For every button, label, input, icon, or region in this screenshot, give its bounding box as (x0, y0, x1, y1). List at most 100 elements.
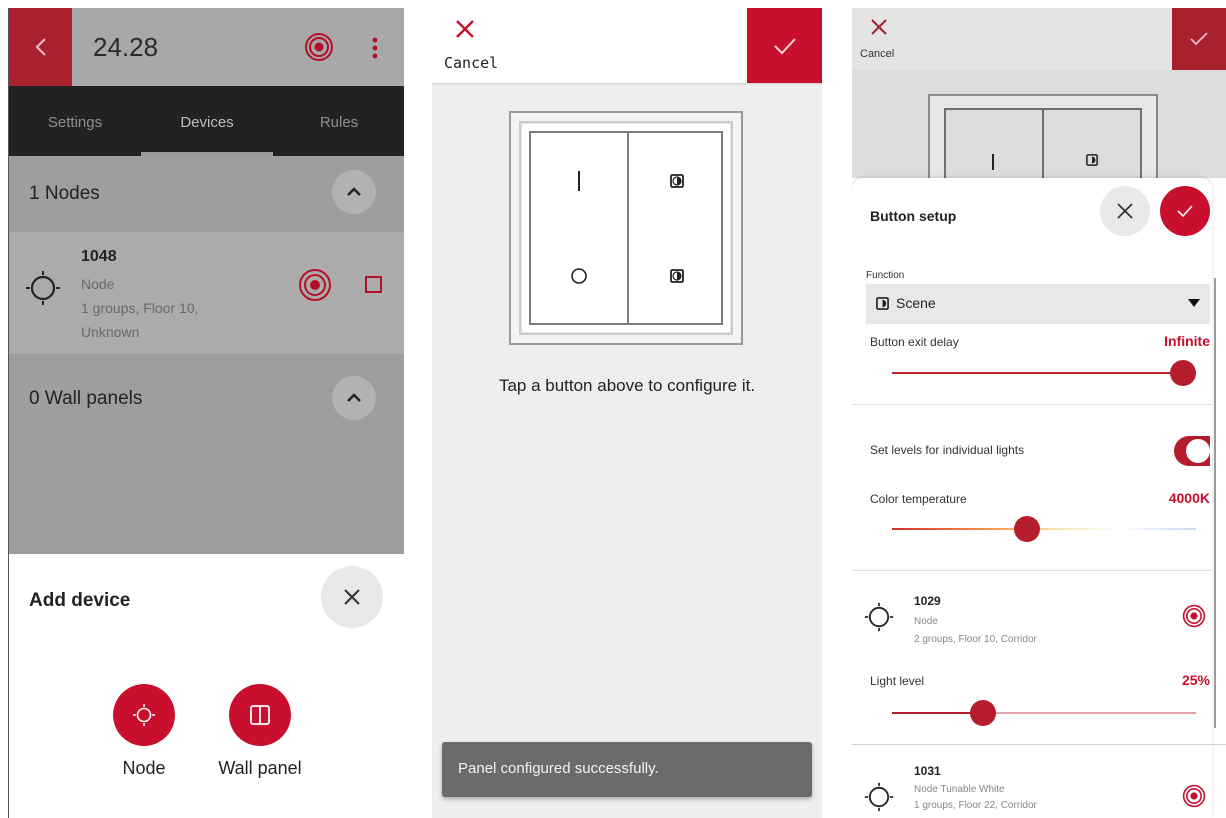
collapse-nodes-button[interactable] (332, 170, 376, 214)
chevron-left-icon (34, 38, 46, 56)
device-list-item[interactable]: 1031 Node Tunable White 1 groups, Floor … (852, 764, 1212, 818)
node-detail-line1: 1 groups, Floor 10, (81, 300, 199, 316)
device-name: 1031 (914, 764, 941, 778)
color-temp-slider[interactable] (892, 516, 1196, 542)
slider-fill (892, 372, 1183, 374)
identify-target-icon[interactable] (1182, 604, 1206, 628)
panel-config-screen: Cancel Tap a button above to configure i… (432, 8, 822, 818)
light-level-value: 25% (1181, 672, 1210, 688)
card-title: Button setup (870, 208, 957, 224)
device-list-item[interactable]: 1029 Node 2 groups, Floor 10, Corridor (852, 588, 1212, 648)
close-card-button[interactable] (1100, 186, 1150, 236)
scene-icon (876, 297, 889, 310)
button-setup-card: Button setup Function Scene Button exit … (852, 178, 1226, 818)
more-vertical-icon (372, 37, 378, 59)
panel-button-top-right[interactable] (629, 133, 725, 228)
confirm-button[interactable] (747, 8, 822, 83)
node-type: Node (81, 276, 115, 292)
exit-delay-value: Infinite (1164, 333, 1210, 349)
identify-target-icon[interactable] (298, 268, 332, 302)
identify-target-icon[interactable] (1182, 784, 1206, 808)
close-icon (1117, 203, 1133, 219)
cancel-button[interactable] (454, 18, 476, 40)
light-level-label: Light level (870, 674, 925, 688)
active-tab-indicator (141, 152, 273, 156)
panel-button-bottom-left[interactable] (531, 228, 627, 323)
exit-delay-slider[interactable] (892, 360, 1196, 386)
color-temp-value: 4000K (1168, 490, 1210, 506)
cancel-button[interactable] (870, 18, 888, 36)
color-temp-label: Color temperature (870, 492, 967, 506)
collapse-panels-button[interactable] (332, 376, 376, 420)
more-menu-button[interactable] (371, 36, 379, 60)
device-name: 1029 (914, 594, 941, 608)
instruction-text: Tap a button above to configure it. (498, 376, 756, 395)
tab-settings[interactable]: Settings (9, 86, 141, 156)
panel-button-top-left[interactable] (531, 133, 627, 228)
function-label: Function (866, 270, 905, 281)
add-wall-panel-button[interactable] (229, 684, 291, 746)
snackbar-message: Panel configured successfully. (458, 760, 659, 777)
add-wall-panel-label: Wall panel (218, 758, 302, 778)
chevron-up-icon (347, 393, 361, 402)
light-icon (26, 271, 60, 305)
close-sheet-button[interactable] (321, 566, 383, 628)
slider-thumb[interactable] (1170, 360, 1196, 386)
cancel-label[interactable]: Cancel (444, 54, 498, 72)
tab-rules[interactable]: Rules (273, 86, 404, 156)
sheet-title: Add device (29, 590, 131, 611)
close-icon (344, 589, 360, 605)
nodes-section-title: 1 Nodes (29, 183, 100, 204)
scrollbar[interactable] (1214, 278, 1216, 728)
device-detail: 2 groups, Floor 10, Corridor (914, 634, 1037, 645)
page-title: 24.28 (93, 32, 159, 62)
chevron-up-icon (347, 187, 361, 196)
dropdown-arrow-icon (1188, 299, 1200, 307)
divider (852, 404, 1212, 405)
slider-thumb[interactable] (1014, 516, 1040, 542)
tab-bar: Settings Devices Rules (9, 86, 404, 156)
add-node-button[interactable] (113, 684, 175, 746)
check-icon (1190, 32, 1208, 46)
wall-panel-icon (250, 705, 270, 725)
exit-delay-label: Button exit delay (870, 335, 959, 349)
devices-screen: 24.28 Settings Devices Rules 1 Nodes 104… (8, 8, 404, 818)
on-icon (992, 154, 994, 170)
on-icon (578, 170, 580, 191)
scene-icon (670, 268, 684, 283)
slider-track (892, 528, 1196, 530)
light-level-slider[interactable] (892, 700, 1196, 726)
wall-panel-face (529, 131, 723, 325)
divider (852, 744, 1226, 745)
light-icon (864, 782, 894, 812)
individual-levels-label: Set levels for individual lights (870, 443, 1025, 457)
function-select[interactable]: Scene (866, 284, 1210, 324)
scene-icon (1086, 154, 1098, 166)
slider-thumb[interactable] (970, 700, 996, 726)
toggle-thumb (1186, 439, 1210, 463)
cancel-label[interactable]: Cancel (860, 48, 894, 60)
close-icon (871, 19, 887, 35)
wall-panel-preview (509, 111, 743, 345)
off-icon (571, 267, 587, 284)
wall-panel-frame (519, 121, 733, 335)
top-app-bar (852, 8, 1226, 70)
divider (852, 570, 1212, 571)
back-button[interactable] (9, 8, 72, 86)
device-type: Node (914, 616, 938, 627)
confirm-button[interactable] (1172, 8, 1226, 70)
identify-button[interactable] (304, 32, 334, 62)
select-checkbox[interactable] (365, 276, 382, 293)
close-icon (456, 20, 474, 38)
light-icon (864, 602, 894, 632)
confirm-card-button[interactable] (1160, 186, 1210, 236)
node-list-item[interactable]: 1048 Node 1 groups, Floor 10, Unknown (9, 232, 404, 354)
light-icon (133, 704, 155, 726)
panel-button-bottom-right[interactable] (629, 228, 725, 323)
wall-panels-section-title: 0 Wall panels (29, 388, 143, 409)
tab-devices[interactable]: Devices (141, 86, 273, 156)
device-type: Node Tunable White (914, 784, 1005, 795)
individual-levels-toggle[interactable] (1174, 436, 1210, 466)
device-detail: 1 groups, Floor 22, Corridor (914, 800, 1037, 811)
check-icon (773, 37, 796, 54)
